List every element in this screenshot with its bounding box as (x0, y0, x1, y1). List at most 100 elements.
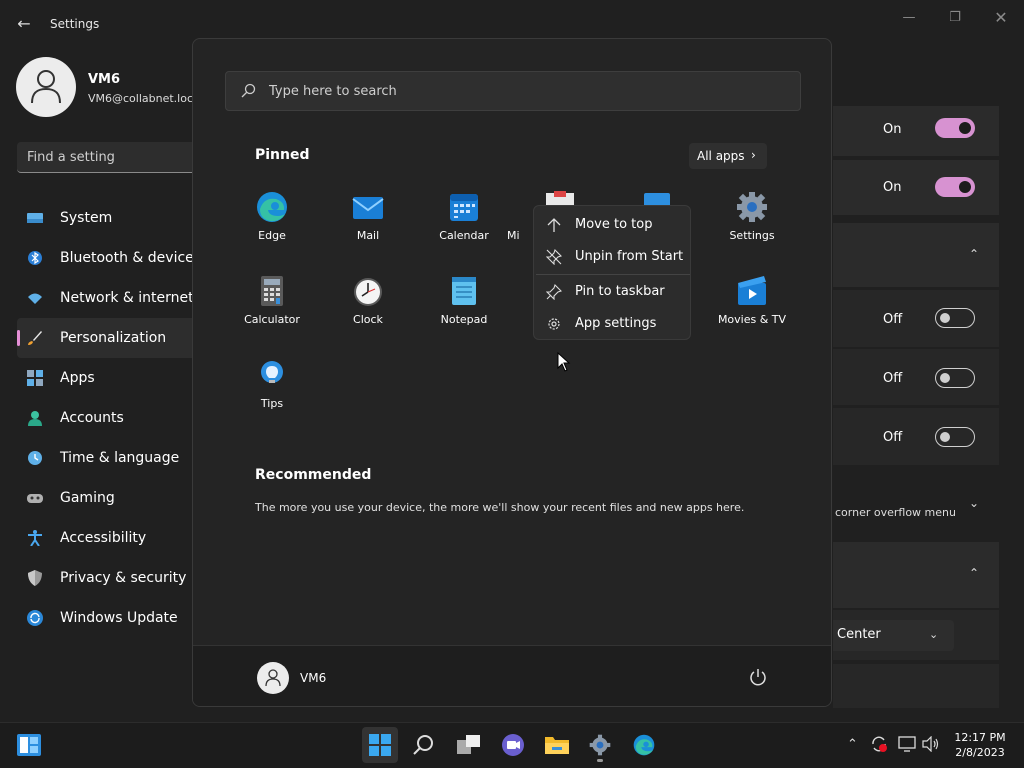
back-arrow-icon[interactable]: ← (14, 14, 34, 34)
setting-card: Off (833, 349, 999, 405)
sidebar-nav: System Bluetooth & devices Network & int… (17, 198, 201, 638)
pinned-title: Pinned (255, 147, 310, 163)
footer-user-name[interactable]: VM6 (300, 671, 326, 685)
sidebar-item-label: Time & language (60, 450, 180, 466)
recommended-title: Recommended (255, 467, 372, 483)
sidebar-item-bluetooth[interactable]: Bluetooth & devices (17, 238, 201, 278)
sidebar-item-label: Bluetooth & devices (60, 250, 202, 266)
start-search-input[interactable]: Type here to search (225, 71, 801, 111)
pinned-app-edge[interactable]: Edge (226, 191, 318, 257)
chevron-up-icon[interactable]: ⌃ (969, 566, 979, 580)
menu-item-app-settings[interactable]: App settings (534, 308, 692, 338)
close-icon[interactable]: ✕ (981, 8, 1021, 28)
settings-taskbar-button[interactable] (582, 727, 618, 763)
widgets-icon (17, 734, 41, 756)
app-label: Calculator (244, 313, 300, 326)
search-button[interactable] (406, 727, 442, 763)
find-setting-input[interactable]: Find a setting (17, 142, 193, 173)
sidebar-item-gaming[interactable]: Gaming (17, 478, 193, 518)
menu-item-pin-to-taskbar[interactable]: Pin to taskbar (534, 276, 692, 306)
pinned-app-clock[interactable]: Clock (322, 275, 414, 341)
app-label: Mail (356, 229, 380, 242)
pinned-app-mail[interactable]: Mail (322, 191, 414, 257)
sidebar-item-time-language[interactable]: Time & language (17, 438, 193, 478)
toggle-state-label: Off (883, 430, 903, 445)
gamepad-icon (27, 490, 43, 506)
all-apps-button[interactable]: All apps › (689, 143, 767, 169)
pinned-app-notepad[interactable]: Notepad (418, 275, 510, 341)
menu-divider (536, 274, 690, 275)
toggle-switch[interactable] (935, 427, 975, 447)
maximize-icon[interactable]: ❐ (935, 8, 975, 28)
file-explorer-button[interactable] (538, 727, 574, 763)
teams-chat-button[interactable] (494, 727, 530, 763)
sidebar-item-network[interactable]: Network & internet (17, 278, 194, 318)
edge-taskbar-button[interactable] (626, 727, 662, 763)
task-view-button[interactable] (450, 727, 486, 763)
search-icon (413, 735, 433, 755)
toggle-switch[interactable] (935, 118, 975, 138)
widgets-button[interactable] (10, 727, 46, 763)
shield-icon (27, 570, 43, 586)
menu-item-label: App settings (575, 316, 657, 331)
mail-icon (352, 197, 384, 219)
app-label: Movies & TV (717, 313, 787, 326)
pinned-app-calculator[interactable]: Calculator (226, 275, 318, 341)
chevron-up-icon[interactable]: ⌃ (847, 737, 858, 752)
user-avatar-button[interactable] (257, 662, 289, 694)
setting-card-expandable[interactable]: ⌃ (833, 542, 999, 608)
mouse-cursor-icon (557, 352, 571, 372)
context-menu: Move to top Unpin from Start Pin to task… (533, 205, 691, 340)
setting-card-expandable[interactable]: ⌃ (833, 223, 999, 287)
network-icon[interactable] (898, 736, 916, 752)
arrow-up-icon (547, 218, 561, 232)
pinned-app-movies-tv[interactable]: Movies & TV (706, 275, 798, 341)
recommended-text: The more you use your device, the more w… (255, 501, 745, 514)
sidebar-item-windows-update[interactable]: Windows Update (17, 598, 193, 638)
taskbar-clock[interactable]: 12:17 PM 2/8/2023 (950, 730, 1010, 760)
menu-item-move-to-top[interactable]: Move to top (534, 209, 692, 239)
app-label: Tips (260, 397, 284, 410)
window-title: Settings (50, 17, 100, 31)
sidebar-item-apps[interactable]: Apps (17, 358, 193, 398)
power-icon[interactable] (749, 668, 767, 686)
settings-icon (589, 734, 611, 756)
pinned-app-settings[interactable]: Settings (706, 191, 798, 257)
sidebar-item-label: Accessibility (60, 530, 147, 546)
person-icon (31, 70, 61, 104)
app-label: Edge (258, 229, 286, 242)
sidebar-item-privacy[interactable]: Privacy & security (17, 558, 193, 598)
alignment-select[interactable]: Center ⌄ (833, 620, 954, 651)
chevron-up-icon[interactable]: ⌃ (969, 247, 979, 261)
sidebar-item-system[interactable]: System (17, 198, 193, 238)
sidebar-item-accounts[interactable]: Accounts (17, 398, 193, 438)
start-button[interactable] (362, 727, 398, 763)
clock-globe-icon (27, 450, 43, 466)
chevron-down-icon[interactable]: ⌄ (969, 496, 979, 510)
folder-icon (545, 737, 569, 754)
sidebar-item-label: Network & internet (60, 290, 194, 306)
sync-icon[interactable] (870, 735, 888, 753)
avatar[interactable] (16, 57, 76, 117)
setting-card: On (833, 160, 999, 215)
search-icon (241, 83, 256, 98)
overflow-menu-label: corner overflow menu (835, 506, 956, 519)
setting-card-expandable[interactable]: ⌄ (833, 470, 999, 536)
update-icon (27, 610, 43, 626)
volume-icon[interactable] (922, 736, 940, 752)
toggle-switch[interactable] (935, 368, 975, 388)
setting-card: Off (833, 290, 999, 347)
pinned-app-tips[interactable]: Tips (226, 359, 318, 425)
menu-item-unpin-from-start[interactable]: Unpin from Start (534, 241, 692, 271)
sidebar-item-accessibility[interactable]: Accessibility (17, 518, 193, 558)
toggle-switch[interactable] (935, 177, 975, 197)
sidebar-item-label: Accounts (60, 410, 124, 426)
minimize-icon[interactable]: — (889, 8, 929, 28)
brush-icon (27, 330, 43, 346)
sidebar-item-personalization[interactable]: Personalization (17, 318, 193, 358)
toggle-switch[interactable] (935, 308, 975, 328)
pinned-app-calendar[interactable]: Calendar (418, 191, 510, 257)
gear-icon (548, 318, 560, 330)
find-setting-placeholder: Find a setting (27, 150, 115, 165)
taskbar: ⌃ 12:17 PM 2/8/2023 (0, 722, 1024, 768)
